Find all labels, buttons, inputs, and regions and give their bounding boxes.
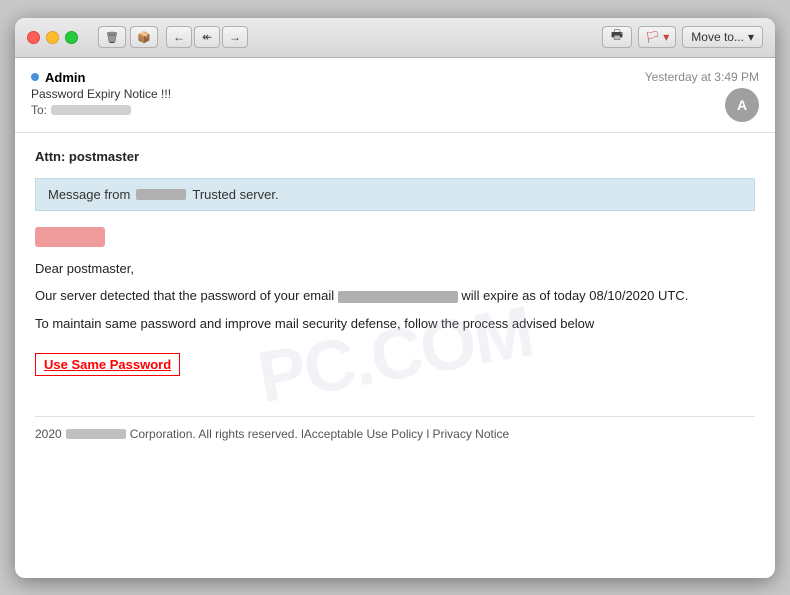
sender-info: Admin Password Expiry Notice !!! To: — [31, 70, 171, 117]
paragraph2: To maintain same password and improve ma… — [35, 314, 755, 334]
sender-row: Admin Password Expiry Notice !!! To: Yes… — [31, 70, 759, 122]
email-address-blurred — [338, 291, 458, 303]
traffic-lights — [27, 31, 78, 44]
paragraph1-prefix: Our server detected that the password of… — [35, 288, 334, 303]
message-suffix: Trusted server. — [192, 187, 278, 202]
print-button[interactable]: 🖶 — [602, 26, 632, 48]
email-body: PC.COM Attn: postmaster Message from Tru… — [15, 133, 775, 578]
paragraph1: Our server detected that the password of… — [35, 286, 755, 306]
email-subject: Password Expiry Notice !!! — [31, 87, 171, 101]
toolbar-right: 🖶 🏳 ▾ Move to... ▾ — [602, 26, 763, 48]
back-button[interactable]: ← — [166, 26, 192, 48]
email-timestamp: Yesterday at 3:49 PM — [645, 70, 759, 84]
move-chevron-icon: ▾ — [748, 30, 754, 44]
back-back-icon: ↞ — [202, 30, 212, 44]
logo-blurred — [35, 227, 105, 247]
archive-icon: 📦 — [137, 31, 151, 44]
close-button[interactable] — [27, 31, 40, 44]
back-back-button[interactable]: ↞ — [194, 26, 220, 48]
server-name-blurred — [136, 189, 186, 200]
use-same-password-link[interactable]: Use Same Password — [35, 353, 180, 376]
archive-button[interactable]: 📦 — [130, 26, 158, 48]
paragraph1-suffix: will expire as of today 08/10/2020 UTC. — [461, 288, 688, 303]
email-window: 🗑 📦 ← ↞ → 🖶 🏳 ▾ — [15, 18, 775, 578]
company-name-blurred — [66, 429, 126, 439]
delete-icon: 🗑 — [105, 31, 119, 44]
footer: 2020 Corporation. All rights reserved. l… — [35, 416, 755, 441]
footer-text: Corporation. All rights reserved. lAccep… — [130, 427, 510, 441]
print-icon: 🖶 — [611, 26, 623, 48]
flag-icon: 🏳 — [645, 30, 660, 44]
forward-icon: → — [229, 30, 241, 44]
toolbar-buttons: 🗑 📦 — [98, 26, 158, 48]
nav-buttons: ← ↞ → — [166, 26, 248, 48]
unread-dot — [31, 73, 39, 81]
flag-button[interactable]: 🏳 ▾ — [638, 26, 676, 48]
email-header: Admin Password Expiry Notice !!! To: Yes… — [15, 58, 775, 133]
attn-line: Attn: postmaster — [35, 149, 755, 164]
move-to-label: Move to... — [691, 30, 744, 44]
titlebar: 🗑 📦 ← ↞ → 🖶 🏳 ▾ — [15, 18, 775, 58]
footer-year: 2020 — [35, 427, 62, 441]
avatar: A — [725, 88, 759, 122]
message-box: Message from Trusted server. — [35, 178, 755, 211]
forward-button[interactable]: → — [222, 26, 248, 48]
email-meta: Yesterday at 3:49 PM A — [645, 70, 759, 122]
message-prefix: Message from — [48, 187, 130, 202]
flag-chevron-icon: ▾ — [663, 30, 669, 44]
sender-name: Admin — [31, 70, 171, 85]
back-icon: ← — [173, 30, 185, 44]
move-to-button[interactable]: Move to... ▾ — [682, 26, 763, 48]
minimize-button[interactable] — [46, 31, 59, 44]
maximize-button[interactable] — [65, 31, 78, 44]
delete-button[interactable]: 🗑 — [98, 26, 126, 48]
greeting-text: Dear postmaster, — [35, 259, 755, 279]
email-to: To: — [31, 103, 171, 117]
recipient-blurred — [51, 105, 131, 115]
